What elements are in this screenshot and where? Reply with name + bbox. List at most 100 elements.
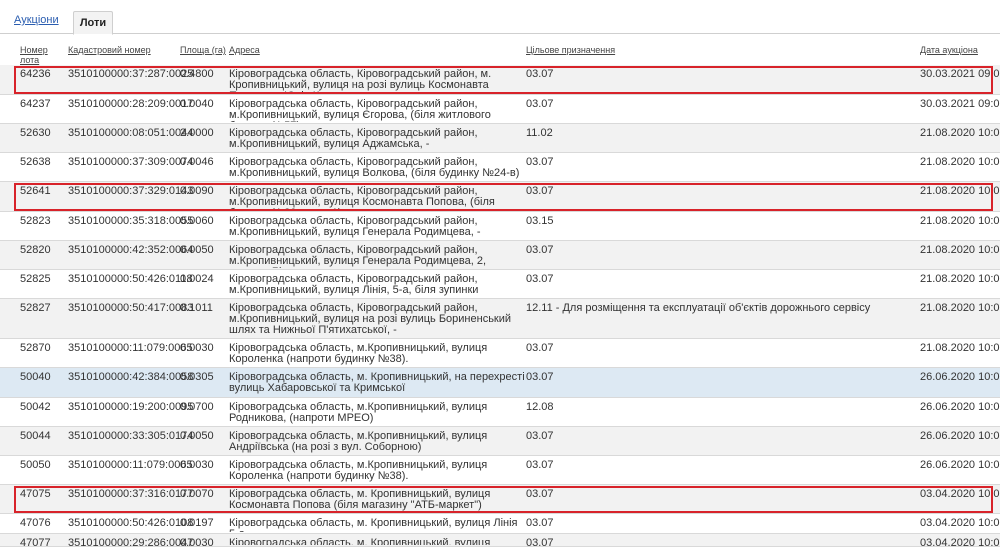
column-header-cadastral[interactable]: Кадастровий номер bbox=[68, 45, 151, 55]
cell-address: Кіровоградська область, м. Кропивницький… bbox=[229, 518, 518, 532]
cell-cadastral: 3510100000:50:426:0108 bbox=[68, 517, 194, 529]
cell-purpose: 03.07 bbox=[526, 98, 554, 110]
cell-lot-number: 47077 bbox=[20, 537, 51, 549]
table-row[interactable]: 47077 3510100000:29:286:0047 0.0030 Кіровог… bbox=[0, 534, 1000, 549]
tab-lots[interactable]: Лоти bbox=[73, 11, 113, 35]
cell-purpose: 03.07 bbox=[526, 459, 554, 471]
table-row[interactable]: 52820 3510100000:42:352:0064 0.0050 Кіровог… bbox=[0, 241, 1000, 270]
cell-lot-number: 52827 bbox=[20, 302, 51, 314]
cell-lot-number: 50044 bbox=[20, 430, 51, 442]
highlight-box bbox=[14, 66, 993, 94]
cell-cadastral: 3510100000:11:079:0065 bbox=[68, 342, 193, 354]
cell-address: Кіровоградська область, м.Кропивницький,… bbox=[229, 431, 488, 453]
table-row[interactable]: 50040 3510100000:42:384:0058 0.0305 Кіровог… bbox=[0, 368, 1000, 398]
cell-area: 0.0040 bbox=[180, 98, 214, 110]
cell-area: 0.0024 bbox=[180, 273, 214, 285]
cell-area: 0.0700 bbox=[180, 401, 214, 413]
cell-purpose: 12.08 bbox=[526, 401, 554, 413]
cell-area: 0.0305 bbox=[180, 371, 214, 383]
cell-purpose: 03.07 bbox=[526, 156, 554, 168]
column-header-auction-date[interactable]: Дата аукціона bbox=[920, 45, 978, 55]
cell-area: 0.1011 bbox=[180, 302, 213, 314]
cell-area: 0.0050 bbox=[180, 430, 214, 442]
cell-address: Кіровоградська область, Кіровоградський … bbox=[229, 216, 481, 238]
cell-cadastral: 3510100000:33:305:0174 bbox=[68, 430, 194, 442]
cell-area: 0.0030 bbox=[180, 342, 214, 354]
column-header-area[interactable]: Площа (га) bbox=[180, 45, 226, 55]
cell-lot-number: 52820 bbox=[20, 244, 51, 256]
cell-auction-date: 26.06.2020 10:00 bbox=[920, 371, 1000, 383]
cell-purpose: 03.15 bbox=[526, 215, 554, 227]
cell-cadastral: 3510100000:28:209:0017 bbox=[68, 98, 194, 110]
table-row[interactable]: 52870 3510100000:11:079:0065 0.0030 Кіровог… bbox=[0, 339, 1000, 368]
cell-lot-number: 64237 bbox=[20, 98, 51, 110]
cell-cadastral: 3510100000:11:079:0065 bbox=[68, 459, 193, 471]
cell-area: 0.0197 bbox=[180, 517, 214, 529]
cell-auction-date: 21.08.2020 10:00 bbox=[920, 215, 1000, 227]
cell-cadastral: 3510100000:29:286:0047 bbox=[68, 537, 194, 549]
cell-purpose: 11.02 bbox=[526, 127, 553, 139]
table-row[interactable]: 52823 3510100000:35:318:0055 0.0060 Кіровог… bbox=[0, 212, 1000, 241]
cell-auction-date: 21.08.2020 10:00 bbox=[920, 244, 1000, 256]
cell-lot-number: 50040 bbox=[20, 371, 51, 383]
cell-address: Кіровоградська область, Кіровоградський … bbox=[229, 274, 479, 297]
cell-auction-date: 03.04.2020 10:00 bbox=[920, 517, 1000, 529]
cell-area: 2.0000 bbox=[180, 127, 214, 139]
cell-lot-number: 52825 bbox=[20, 273, 51, 285]
cell-area: 0.0060 bbox=[180, 215, 214, 227]
cell-address: Кіровоградська область, м. Кропивницький… bbox=[229, 372, 525, 394]
table-row[interactable]: 64237 3510100000:28:209:0017 0.0040 Кіровог… bbox=[0, 95, 1000, 124]
cell-address: Кіровоградська область, м. Кропивницький… bbox=[229, 538, 491, 545]
cell-area: 0.0046 bbox=[180, 156, 214, 168]
column-header-lot-number[interactable]: Номер лота bbox=[20, 45, 60, 65]
cell-auction-date: 26.06.2020 10:00 bbox=[920, 430, 1000, 442]
column-header-purpose[interactable]: Цільове призначення bbox=[526, 45, 615, 55]
cell-cadastral: 3510100000:35:318:0055 bbox=[68, 215, 194, 227]
cell-lot-number: 52630 bbox=[20, 127, 51, 139]
cell-address: Кіровоградська область, Кіровоградський … bbox=[229, 245, 487, 268]
tab-bar: Аукціони Лоти bbox=[0, 0, 1000, 35]
cell-auction-date: 21.08.2020 10:00 bbox=[920, 273, 1000, 285]
table-row[interactable]: 52638 3510100000:37:309:0074 0.0046 Кіровог… bbox=[0, 153, 1000, 182]
column-header-address[interactable]: Адреса bbox=[229, 45, 260, 55]
table-row[interactable]: 50050 3510100000:11:079:0065 0.0030 Кіровог… bbox=[0, 456, 1000, 485]
cell-auction-date: 26.06.2020 10:00 bbox=[920, 459, 1000, 471]
cell-auction-date: 26.06.2020 10:00 bbox=[920, 401, 1000, 413]
cell-area: 0.0030 bbox=[180, 537, 214, 549]
cell-purpose: 03.07 bbox=[526, 273, 554, 285]
cell-auction-date: 21.08.2020 10:00 bbox=[920, 302, 1000, 314]
cell-area: 0.0050 bbox=[180, 244, 214, 256]
cell-address: Кіровоградська область, м.Кропивницький,… bbox=[229, 402, 488, 424]
cell-purpose: 03.07 bbox=[526, 244, 554, 256]
cell-area: 0.0030 bbox=[180, 459, 214, 471]
cell-purpose: 03.07 bbox=[526, 371, 554, 383]
cell-cadastral: 3510100000:50:426:0118 bbox=[68, 273, 193, 285]
cell-cadastral: 3510100000:42:352:0064 bbox=[68, 244, 194, 256]
cell-lot-number: 52870 bbox=[20, 342, 51, 354]
cell-cadastral: 3510100000:08:051:0044 bbox=[68, 127, 194, 139]
cell-purpose: 03.07 bbox=[526, 517, 554, 529]
cell-lot-number: 47076 bbox=[20, 517, 51, 529]
cell-auction-date: 21.08.2020 10:00 bbox=[920, 156, 1000, 168]
table-row[interactable]: 47076 3510100000:50:426:0108 0.0197 Кіровог… bbox=[0, 514, 1000, 534]
cell-purpose: 03.07 bbox=[526, 537, 554, 549]
table-row[interactable]: 52630 3510100000:08:051:0044 2.0000 Кіровог… bbox=[0, 124, 1000, 153]
table-row[interactable]: 50044 3510100000:33:305:0174 0.0050 Кіровог… bbox=[0, 427, 1000, 456]
cell-purpose: 12.11 - Для розміщення та експлуатації о… bbox=[526, 302, 871, 314]
cell-auction-date: 21.08.2020 10:00 bbox=[920, 127, 1000, 139]
tab-auctions[interactable]: Аукціони bbox=[14, 9, 74, 32]
cell-cadastral: 3510100000:50:417:0083 bbox=[68, 302, 194, 314]
cell-auction-date: 30.03.2021 09:00 bbox=[920, 98, 1000, 110]
cell-cadastral: 3510100000:42:384:0058 bbox=[68, 371, 194, 383]
highlight-box bbox=[14, 486, 993, 513]
table-header: Номер лота Кадастровий номер Площа (га) … bbox=[0, 40, 1000, 65]
table-row[interactable]: 52827 3510100000:50:417:0083 0.1011 Кіровог… bbox=[0, 299, 1000, 339]
table-row[interactable]: 50042 3510100000:19:200:0095 0.0700 Кіровог… bbox=[0, 398, 1000, 427]
cell-purpose: 03.07 bbox=[526, 342, 554, 354]
cell-cadastral: 3510100000:37:309:0074 bbox=[68, 156, 194, 168]
cell-address: Кіровоградська область, Кіровоградський … bbox=[229, 303, 512, 336]
table-row[interactable]: 52825 3510100000:50:426:0118 0.0024 Кіровог… bbox=[0, 270, 1000, 299]
cell-auction-date: 21.08.2020 10:00 bbox=[920, 342, 1000, 354]
cell-purpose: 03.07 bbox=[526, 430, 554, 442]
cell-address: Кіровоградська область, Кіровоградський … bbox=[229, 128, 478, 150]
